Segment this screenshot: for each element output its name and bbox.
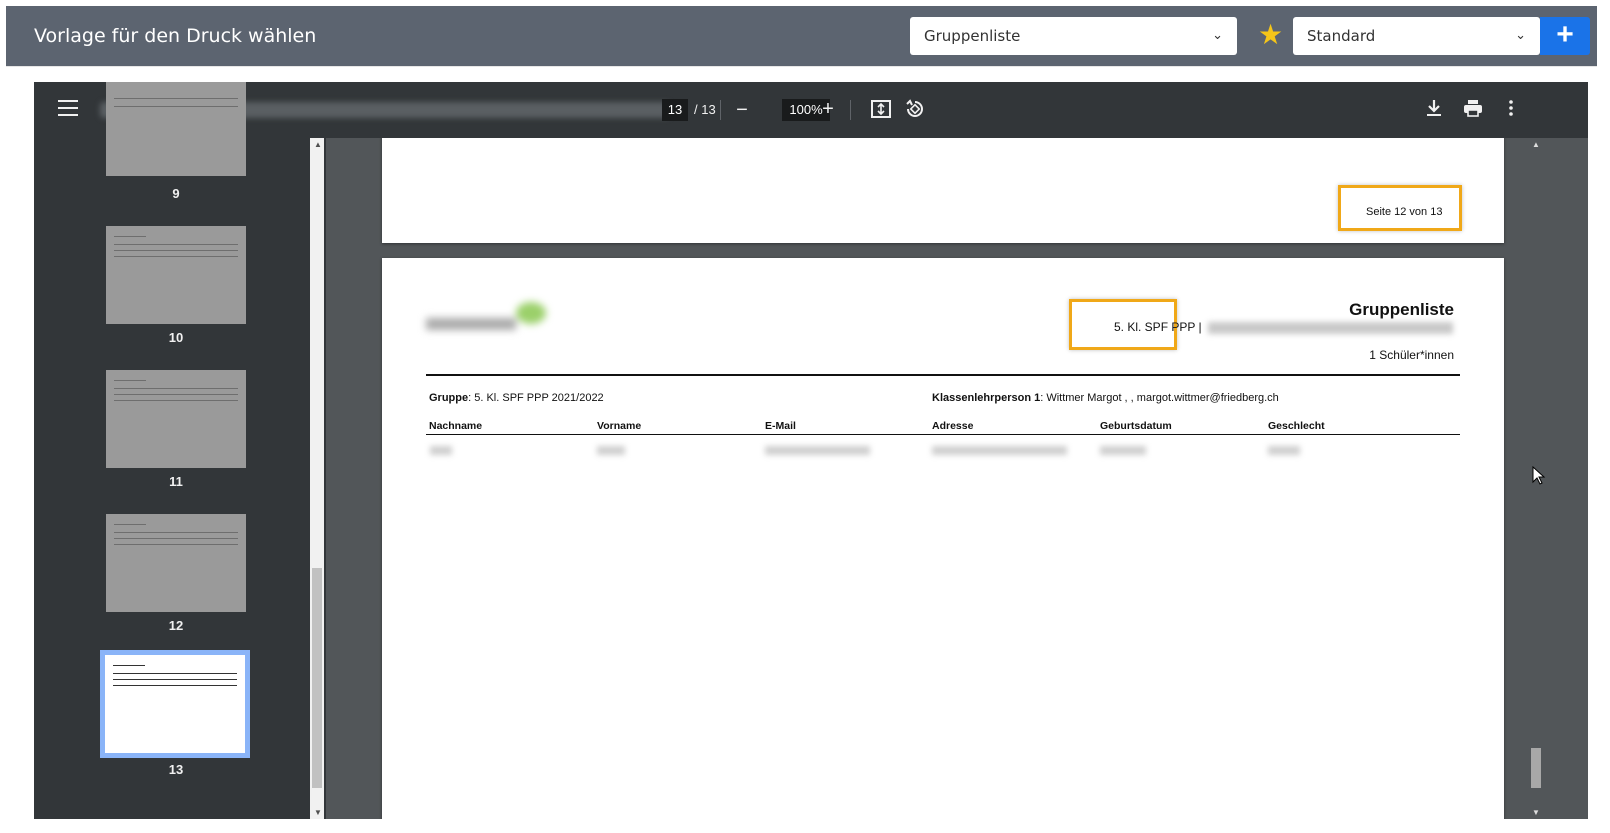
dialog-title: Vorlage für den Druck wählen bbox=[34, 25, 317, 47]
header-divider bbox=[6, 66, 1597, 67]
scroll-down-icon[interactable]: ▼ bbox=[1532, 808, 1540, 817]
table-row-redacted bbox=[932, 446, 1067, 455]
thumbnail-page[interactable] bbox=[106, 226, 246, 324]
toolbar-separator bbox=[720, 100, 721, 120]
rotate-icon[interactable] bbox=[904, 99, 926, 123]
document-subtitle: 5. Kl. SPF PPP | bbox=[1114, 320, 1453, 334]
template-select-value: Gruppenliste bbox=[924, 27, 1021, 45]
thumbnail-page-active[interactable] bbox=[100, 650, 250, 758]
thumbnail-sidebar: 9 10 11 12 13 bbox=[34, 82, 330, 819]
column-header: Geschlecht bbox=[1268, 420, 1325, 432]
thumbnail-label: 10 bbox=[168, 330, 184, 345]
toolbar-separator bbox=[850, 100, 851, 120]
thumbnail-label: 11 bbox=[169, 474, 183, 489]
template-select[interactable]: Gruppenliste ⌄ bbox=[910, 17, 1237, 55]
table-row-redacted bbox=[430, 446, 452, 455]
fit-page-icon[interactable] bbox=[870, 100, 892, 122]
thumbnail-page[interactable] bbox=[106, 82, 246, 176]
variant-select[interactable]: Standard ⌄ bbox=[1293, 17, 1540, 55]
star-icon[interactable]: ★ bbox=[1258, 20, 1283, 50]
dialog-header: Vorlage für den Druck wählen Gruppenlist… bbox=[6, 6, 1597, 66]
table-row-redacted bbox=[597, 446, 625, 455]
group-label: Gruppe bbox=[429, 392, 469, 404]
column-header: Vorname bbox=[597, 420, 642, 432]
subtitle-text: 5. Kl. SPF PPP | bbox=[1114, 320, 1202, 334]
viewer-toolbar: a6f9b8c4e2d1f0c3b7a9e8d2c4f1b6a0e9c3d7f2… bbox=[34, 82, 1588, 138]
school-logo bbox=[416, 298, 556, 346]
thumbnail-label: 9 bbox=[172, 186, 180, 201]
teacher-label: Klassenlehrperson 1 bbox=[932, 392, 1041, 404]
redacted-text bbox=[1207, 321, 1453, 334]
thumbnail-label: 13 bbox=[168, 762, 184, 777]
column-header: Adresse bbox=[932, 420, 974, 432]
scroll-down-icon[interactable]: ▼ bbox=[314, 808, 322, 817]
menu-icon[interactable] bbox=[58, 100, 78, 118]
page-footer: Seite 12 von 13 bbox=[1366, 206, 1443, 218]
teacher-value: : Wittmer Margot , , margot.wittmer@frie… bbox=[1040, 392, 1279, 404]
scroll-up-icon[interactable]: ▲ bbox=[314, 140, 322, 149]
page-total: / 13 bbox=[694, 102, 716, 117]
more-icon[interactable] bbox=[1504, 99, 1518, 121]
pdf-page-13: Gruppenliste 5. Kl. SPF PPP | 1 Schüler*… bbox=[382, 258, 1504, 819]
column-header: E-Mail bbox=[765, 420, 796, 432]
add-button[interactable]: + bbox=[1540, 17, 1590, 55]
download-icon[interactable] bbox=[1424, 99, 1444, 121]
thumbnail-page[interactable] bbox=[106, 514, 246, 612]
header-rule bbox=[426, 374, 1460, 376]
table-header: Nachname Vorname E-Mail Adresse Geburtsd… bbox=[426, 418, 1460, 435]
scroll-up-icon[interactable]: ▲ bbox=[1532, 140, 1540, 149]
scrollbar-thumb[interactable] bbox=[1531, 748, 1541, 788]
table-row-redacted bbox=[1268, 446, 1300, 455]
thumbnail-label: 12 bbox=[168, 618, 184, 633]
print-icon[interactable] bbox=[1462, 99, 1484, 121]
student-count: 1 Schüler*innen bbox=[1369, 348, 1454, 362]
mouse-cursor-icon bbox=[1532, 466, 1546, 485]
zoom-out-icon[interactable]: − bbox=[732, 100, 752, 120]
pdf-viewer: a6f9b8c4e2d1f0c3b7a9e8d2c4f1b6a0e9c3d7f2… bbox=[34, 82, 1588, 819]
group-value: : 5. Kl. SPF PPP 2021/2022 bbox=[468, 392, 604, 404]
table-row-redacted bbox=[1100, 446, 1146, 455]
zoom-in-icon[interactable]: + bbox=[818, 99, 838, 119]
group-info: Gruppe: 5. Kl. SPF PPP 2021/2022 bbox=[429, 392, 604, 404]
pdf-page-12: Seite 12 von 13 bbox=[382, 138, 1504, 243]
table-row-redacted bbox=[765, 446, 870, 455]
chevron-down-icon: ⌄ bbox=[1515, 28, 1526, 43]
page-number-input[interactable]: 13 bbox=[662, 99, 688, 121]
column-header: Nachname bbox=[429, 420, 483, 432]
document-area: Seite 12 von 13 Gruppenliste 5. Kl. SPF … bbox=[326, 138, 1572, 819]
column-header: Geburtsdatum bbox=[1100, 420, 1172, 432]
scrollbar-thumb[interactable] bbox=[312, 568, 322, 788]
variant-select-value: Standard bbox=[1307, 27, 1376, 45]
chevron-down-icon: ⌄ bbox=[1212, 28, 1223, 43]
document-title: Gruppenliste bbox=[1349, 300, 1454, 319]
thumbnail-page[interactable] bbox=[106, 370, 246, 468]
sidebar-scrollbar[interactable]: ▲ ▼ bbox=[310, 138, 324, 819]
teacher-info: Klassenlehrperson 1: Wittmer Margot , , … bbox=[932, 392, 1279, 404]
